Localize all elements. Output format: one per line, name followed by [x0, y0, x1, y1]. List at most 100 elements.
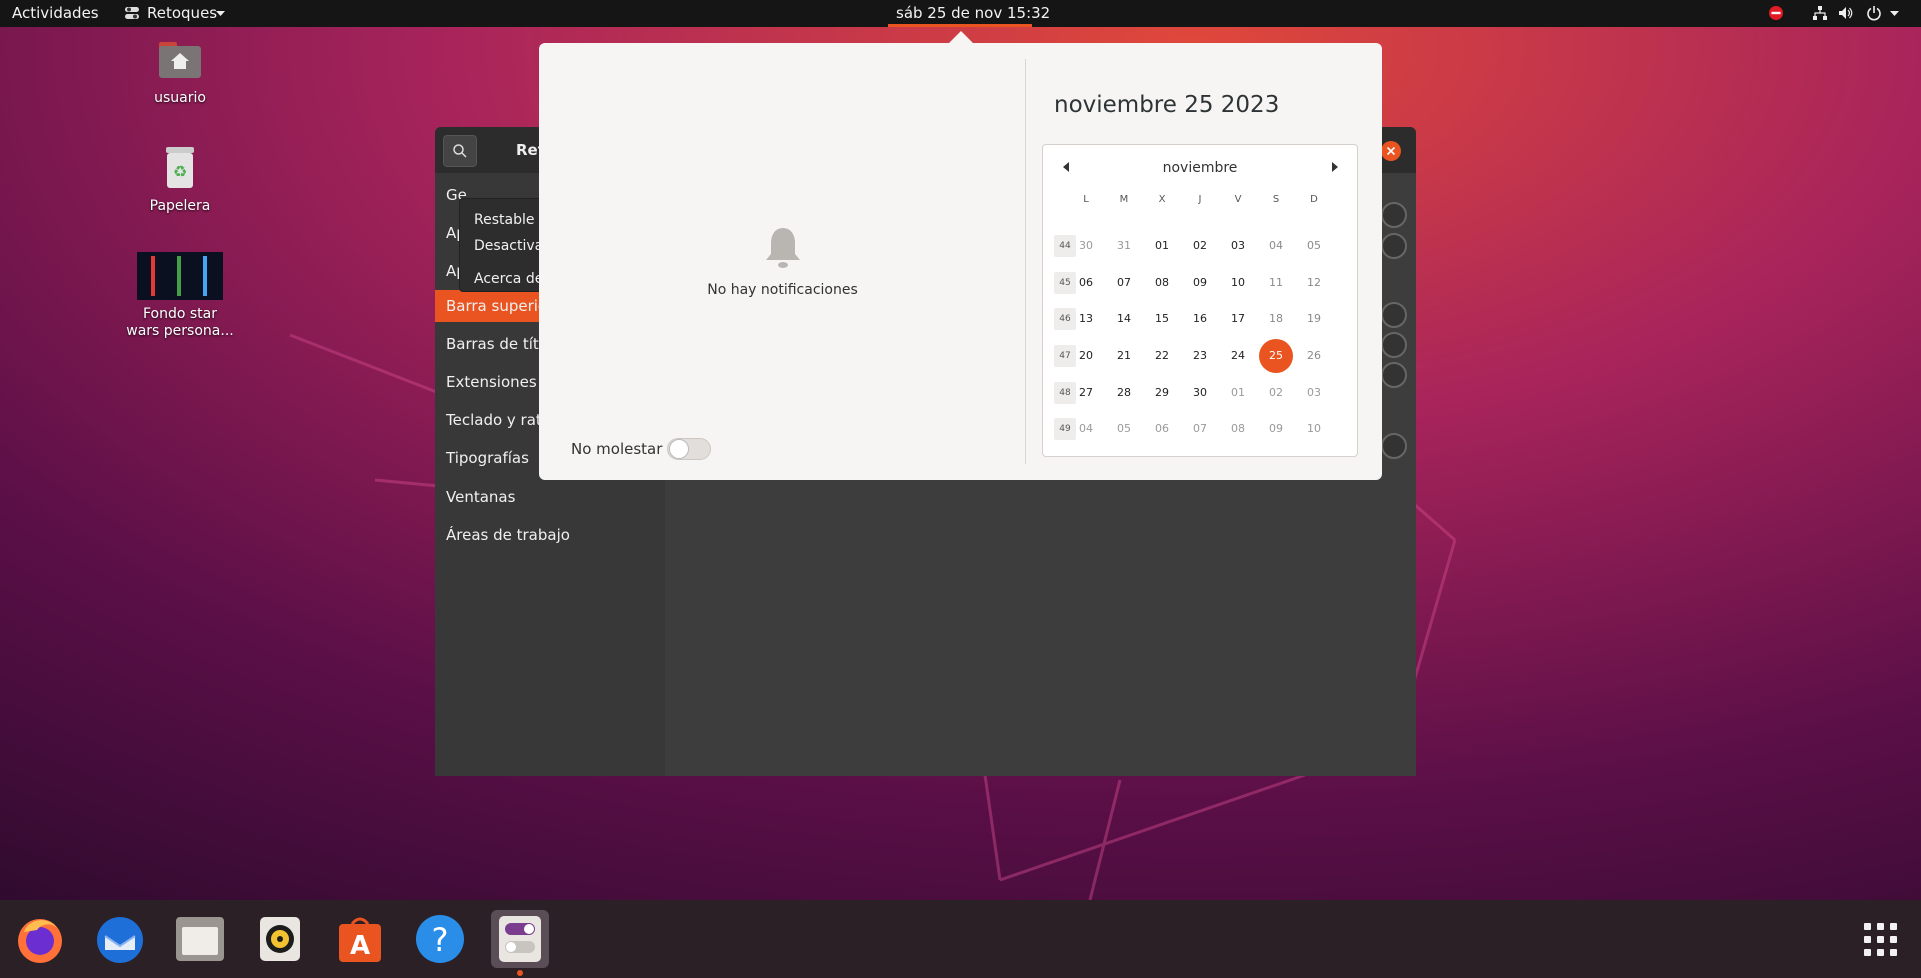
calendar-day[interactable]: 02 [1259, 376, 1293, 410]
desktop-icon-trash[interactable]: ♻ Papelera [120, 144, 240, 215]
firefox-logo [18, 919, 62, 963]
sidebar-item-label: Extensiones [446, 373, 537, 391]
calendar-day-today[interactable]: 25 [1259, 339, 1293, 373]
weekday-header: D [1310, 194, 1318, 205]
calendar-day[interactable]: 08 [1145, 266, 1179, 300]
sidebar-item-label: Ventanas [446, 488, 516, 506]
calendar-day[interactable]: 13 [1069, 302, 1103, 336]
close-icon [1386, 146, 1396, 156]
calendar-day[interactable]: 16 [1183, 302, 1217, 336]
next-month-icon[interactable] [1332, 162, 1338, 172]
calendar-day[interactable]: 15 [1145, 302, 1179, 336]
firefox-icon[interactable] [11, 910, 69, 968]
volume-icon[interactable] [1838, 5, 1854, 21]
calendar-day[interactable]: 08 [1221, 412, 1255, 446]
calendar-day[interactable]: 24 [1221, 339, 1255, 373]
calendar-day[interactable]: 03 [1221, 229, 1255, 263]
calendar-day[interactable]: 09 [1183, 266, 1217, 300]
network-icon[interactable] [1812, 5, 1828, 21]
trash-icon: ♻ [166, 147, 194, 188]
calendar-day[interactable]: 07 [1107, 266, 1141, 300]
app-menu-chevron-icon [216, 11, 225, 16]
help-logo: ? [416, 915, 464, 963]
calendar-day[interactable]: 01 [1221, 376, 1255, 410]
calendar-day[interactable]: 01 [1145, 229, 1179, 263]
do-not-disturb-switch[interactable] [667, 438, 711, 460]
calendar-day[interactable]: 03 [1297, 376, 1331, 410]
home-folder-icon [159, 42, 201, 78]
files-icon[interactable] [171, 910, 229, 968]
setting-switch[interactable] [1381, 332, 1407, 358]
setting-switch[interactable] [1381, 362, 1407, 388]
clock-button[interactable]: sáb 25 de nov 15:32 [894, 4, 1052, 22]
setting-switch[interactable] [1381, 302, 1407, 328]
tweaks-logo [499, 916, 541, 962]
menu-item-about[interactable]: Acerca de [474, 271, 543, 287]
desktop-icon-wallpaper-file[interactable]: Fondo star wars persona... [120, 252, 240, 340]
calendar-day[interactable]: 19 [1297, 302, 1331, 336]
calendar-day[interactable]: 30 [1183, 376, 1217, 410]
switch-knob [669, 439, 689, 459]
power-icon[interactable] [1866, 5, 1882, 21]
sidebar-item-label: Áreas de trabajo [446, 526, 570, 544]
setting-switch[interactable] [1381, 433, 1407, 459]
search-button[interactable] [443, 135, 477, 167]
calendar-day[interactable]: 07 [1183, 412, 1217, 446]
calendar-day[interactable]: 29 [1145, 376, 1179, 410]
calendar-day[interactable]: 06 [1145, 412, 1179, 446]
desktop-icon-label: usuario [154, 90, 206, 106]
software-center-logo: A [339, 917, 381, 962]
calendar-day[interactable]: 11 [1259, 266, 1293, 300]
calendar-day[interactable]: 18 [1259, 302, 1293, 336]
calendar-day[interactable]: 22 [1145, 339, 1179, 373]
calendar-day[interactable]: 20 [1069, 339, 1103, 373]
calendar-day[interactable]: 31 [1107, 229, 1141, 263]
menu-item-reset[interactable]: Restable [474, 212, 534, 228]
menu-item-disable[interactable]: Desactiva [474, 238, 543, 254]
calendar-day[interactable]: 10 [1221, 266, 1255, 300]
chevron-down-icon[interactable] [1890, 11, 1899, 17]
files-logo [176, 917, 224, 961]
calendar-day[interactable]: 05 [1297, 229, 1331, 263]
weekday-header: S [1272, 194, 1280, 205]
date-heading[interactable]: noviembre 25 2023 [1054, 92, 1279, 118]
thunderbird-logo [97, 917, 143, 963]
setting-switch[interactable] [1381, 233, 1407, 259]
desktop-icon-label: Papelera [149, 198, 211, 214]
calendar-day[interactable]: 21 [1107, 339, 1141, 373]
sidebar-item-workspaces[interactable]: Áreas de trabajo [435, 519, 665, 551]
calendar-day[interactable]: 04 [1069, 412, 1103, 446]
help-icon[interactable]: ? [411, 910, 469, 968]
calendar-day[interactable]: 12 [1297, 266, 1331, 300]
svg-text:♻: ♻ [173, 162, 187, 181]
tweaks-icon[interactable] [491, 910, 549, 968]
weekday-header: M [1119, 194, 1129, 205]
setting-switch[interactable] [1381, 202, 1407, 228]
calendar-day[interactable]: 05 [1107, 412, 1141, 446]
activities-button[interactable]: Actividades [12, 4, 99, 22]
app-menu-button[interactable]: Retoques [147, 4, 217, 22]
calendar-day[interactable]: 30 [1069, 229, 1103, 263]
close-button[interactable] [1381, 141, 1401, 161]
calendar-day[interactable]: 27 [1069, 376, 1103, 410]
calendar-day[interactable]: 14 [1107, 302, 1141, 336]
calendar-day[interactable]: 10 [1297, 412, 1331, 446]
calendar-day[interactable]: 17 [1221, 302, 1255, 336]
top-bar: Actividades Retoques sáb 25 de nov 15:32 [0, 0, 1921, 27]
calendar-day[interactable]: 09 [1259, 412, 1293, 446]
thunderbird-icon[interactable] [91, 910, 149, 968]
calendar-day[interactable]: 06 [1069, 266, 1103, 300]
popover-divider [1025, 59, 1026, 464]
software-center-icon[interactable]: A [331, 910, 389, 968]
rhythmbox-icon[interactable] [251, 910, 309, 968]
desktop-icon-home[interactable]: usuario [120, 36, 240, 107]
show-applications-icon[interactable] [1851, 910, 1909, 968]
do-not-disturb-icon[interactable] [1768, 5, 1784, 21]
calendar-day[interactable]: 04 [1259, 229, 1293, 263]
sidebar-item-windows[interactable]: Ventanas [435, 481, 665, 513]
calendar-day[interactable]: 28 [1107, 376, 1141, 410]
calendar-day[interactable]: 23 [1183, 339, 1217, 373]
calendar-day[interactable]: 26 [1297, 339, 1331, 373]
clock-active-indicator [888, 24, 1032, 27]
calendar-day[interactable]: 02 [1183, 229, 1217, 263]
